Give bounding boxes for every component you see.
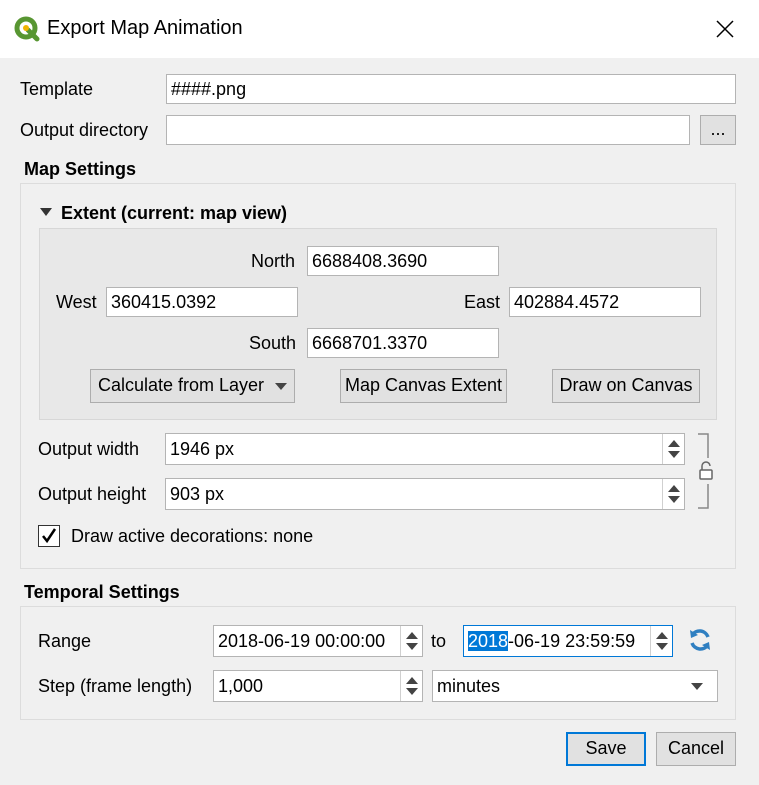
output-height-value: 903 px: [170, 484, 225, 504]
step-spinner[interactable]: [400, 671, 422, 701]
lock-aspect-ratio-icon[interactable]: [696, 432, 716, 512]
calculate-from-layer-label: Calculate from Layer: [97, 375, 265, 395]
checkmark-icon: [42, 528, 57, 544]
template-label: Template: [20, 79, 94, 99]
qgis-logo-icon: [14, 16, 40, 42]
range-end-rest-text: -06-19 23:59:59: [508, 631, 636, 651]
window-title: Export Map Animation: [47, 17, 243, 39]
step-unit-value: minutes: [437, 676, 501, 696]
output-width-input[interactable]: 1946 px: [165, 433, 685, 465]
draw-on-canvas-button[interactable]: Draw on Canvas: [552, 369, 700, 403]
output-width-spinner[interactable]: [662, 434, 684, 464]
range-start-spinner[interactable]: [400, 626, 422, 656]
temporal-settings-group: [20, 606, 736, 720]
output-directory-input[interactable]: [166, 115, 690, 145]
spin-up-icon[interactable]: [406, 677, 418, 684]
chevron-down-icon: [275, 382, 288, 390]
output-width-label: Output width: [38, 439, 140, 459]
west-label: West: [56, 292, 97, 312]
output-height-spinner[interactable]: [662, 479, 684, 509]
title-bar: Export Map Animation: [0, 0, 759, 58]
collapse-triangle-icon[interactable]: [40, 208, 52, 216]
north-label: North: [251, 251, 296, 271]
west-input[interactable]: 360415.0392: [106, 287, 298, 317]
range-start-input[interactable]: 2018-06-19 00:00:00: [213, 625, 423, 657]
output-height-input[interactable]: 903 px: [165, 478, 685, 510]
output-width-value: 1946 px: [170, 439, 235, 459]
south-input[interactable]: 6668701.3370: [307, 328, 499, 358]
spin-down-icon[interactable]: [668, 496, 680, 503]
step-unit-dropdown[interactable]: minutes: [432, 670, 718, 702]
spin-down-icon[interactable]: [406, 688, 418, 695]
step-value: 1,000: [218, 676, 264, 696]
range-end-selected-text: 2018: [468, 631, 509, 651]
close-button[interactable]: [703, 10, 747, 48]
spin-down-icon[interactable]: [668, 451, 680, 458]
step-label: Step (frame length): [38, 676, 193, 696]
north-input[interactable]: 6688408.3690: [307, 246, 499, 276]
range-start-value: 2018-06-19 00:00:00: [218, 631, 386, 651]
cancel-button[interactable]: Cancel: [656, 732, 736, 766]
spin-up-icon[interactable]: [668, 440, 680, 447]
spin-up-icon[interactable]: [406, 632, 418, 639]
chevron-down-icon: [691, 683, 703, 690]
close-icon: [716, 20, 734, 38]
calculate-from-layer-dropdown[interactable]: Calculate from Layer: [90, 369, 295, 403]
spin-down-icon[interactable]: [406, 643, 418, 650]
south-label: South: [249, 333, 297, 353]
output-height-label: Output height: [38, 484, 147, 504]
refresh-icon[interactable]: [686, 626, 714, 654]
browse-button[interactable]: ...: [700, 115, 736, 145]
east-input[interactable]: 402884.4572: [509, 287, 701, 317]
range-end-input[interactable]: 2018-06-19 23:59:59: [463, 625, 673, 657]
east-label: East: [464, 292, 501, 312]
map-settings-title: Map Settings: [24, 159, 137, 179]
draw-decorations-label[interactable]: Draw active decorations: none: [71, 526, 313, 547]
range-label: Range: [38, 631, 92, 651]
to-label: to: [431, 631, 447, 651]
spin-down-icon[interactable]: [656, 643, 668, 650]
save-button[interactable]: Save: [566, 732, 646, 766]
draw-decorations-checkbox[interactable]: [38, 525, 60, 547]
extent-title[interactable]: Extent (current: map view): [61, 203, 287, 224]
template-input[interactable]: ####.png: [166, 74, 736, 104]
range-end-spinner[interactable]: [650, 626, 672, 656]
spin-up-icon[interactable]: [656, 632, 668, 639]
temporal-settings-title: Temporal Settings: [24, 582, 180, 602]
output-directory-label: Output directory: [20, 120, 149, 140]
map-canvas-extent-button[interactable]: Map Canvas Extent: [340, 369, 507, 403]
step-input[interactable]: 1,000: [213, 670, 423, 702]
spin-up-icon[interactable]: [668, 485, 680, 492]
